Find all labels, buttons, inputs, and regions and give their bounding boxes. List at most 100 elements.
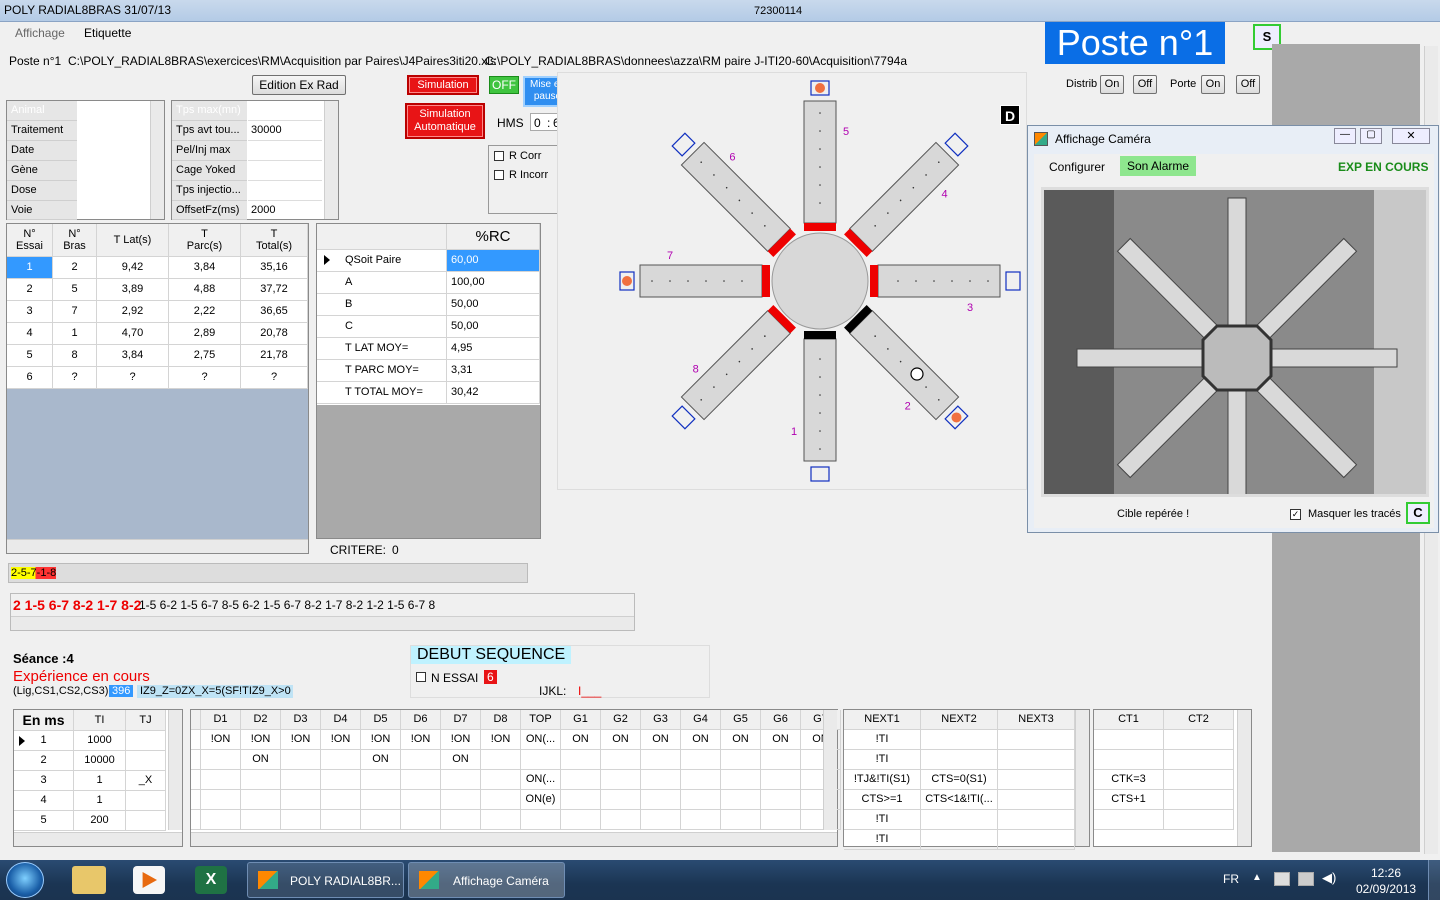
d-hscroll[interactable]: [191, 832, 837, 846]
ct-cell[interactable]: [1164, 750, 1234, 770]
ms-row-tj[interactable]: _X: [126, 771, 166, 791]
d-cell[interactable]: [241, 810, 281, 830]
d-cell[interactable]: [601, 750, 641, 770]
trial-cell[interactable]: ?: [169, 367, 241, 389]
d-cell[interactable]: [401, 790, 441, 810]
d-cell[interactable]: [201, 750, 241, 770]
param-tps-avt-value[interactable]: 30000: [248, 121, 322, 141]
d-cell[interactable]: [401, 750, 441, 770]
d-cell[interactable]: [201, 810, 241, 830]
ct-cell[interactable]: [1094, 750, 1164, 770]
ct-cell[interactable]: [1164, 810, 1234, 830]
simulation-button[interactable]: Simulation: [407, 75, 479, 95]
trial-cell[interactable]: 36,65: [241, 301, 308, 323]
d-cell[interactable]: ON: [641, 730, 681, 750]
close-icon[interactable]: ✕: [1392, 128, 1430, 144]
d-cell[interactable]: [721, 810, 761, 830]
trials-hscroll[interactable]: [7, 539, 308, 553]
d-cell[interactable]: [481, 750, 521, 770]
trial-cell[interactable]: ?: [97, 367, 169, 389]
task-camera[interactable]: Affichage Caméra: [408, 862, 565, 898]
field-date[interactable]: Date: [7, 141, 77, 161]
trial-cell[interactable]: 3: [7, 301, 53, 323]
d-cell[interactable]: !ON: [401, 730, 441, 750]
trial-cell[interactable]: 35,16: [241, 257, 308, 279]
ms-row-ti[interactable]: 1: [74, 791, 126, 811]
d-cell[interactable]: [281, 770, 321, 790]
d-cell[interactable]: [681, 750, 721, 770]
field-dose[interactable]: Dose: [7, 181, 77, 201]
trial-cell[interactable]: 37,72: [241, 279, 308, 301]
c-button[interactable]: C: [1406, 502, 1430, 524]
distrib-off-button[interactable]: Off: [1133, 75, 1157, 94]
sequence-hscroll[interactable]: [11, 616, 634, 630]
d-cell[interactable]: [281, 750, 321, 770]
rc-row-value[interactable]: 50,00: [447, 316, 540, 338]
trial-cell[interactable]: 7: [53, 301, 97, 323]
d-cell[interactable]: [201, 770, 241, 790]
trial-cell[interactable]: 9,42: [97, 257, 169, 279]
d-cell[interactable]: !ON: [281, 730, 321, 750]
alarme-button[interactable]: Son Alarme: [1120, 156, 1197, 176]
d-cell[interactable]: [521, 810, 561, 830]
trial-cell[interactable]: 2: [7, 279, 53, 301]
ms-row-ti[interactable]: 1: [74, 771, 126, 791]
masquer-checkbox[interactable]: ✓: [1290, 509, 1301, 520]
next-cell[interactable]: [998, 730, 1075, 750]
d-cell[interactable]: [721, 790, 761, 810]
param-tps-inj-value[interactable]: [248, 181, 322, 201]
d-cell[interactable]: [281, 790, 321, 810]
param-cage-value[interactable]: [248, 161, 322, 181]
d-cell[interactable]: ON: [561, 730, 601, 750]
tray-arrow-icon[interactable]: ▲: [1252, 872, 1262, 883]
trial-cell[interactable]: 3,84: [169, 257, 241, 279]
d-cell[interactable]: [321, 790, 361, 810]
next-cell[interactable]: [998, 770, 1075, 790]
ct-cell[interactable]: [1164, 770, 1234, 790]
next-cell[interactable]: [921, 830, 998, 850]
d-cell[interactable]: [681, 790, 721, 810]
trial-cell[interactable]: 4: [7, 323, 53, 345]
menu-etiquette[interactable]: Etiquette: [84, 26, 131, 40]
d-cell[interactable]: [641, 750, 681, 770]
d-cell[interactable]: [521, 750, 561, 770]
rc-row-value[interactable]: 30,42: [447, 382, 540, 404]
trial-cell[interactable]: 3,89: [97, 279, 169, 301]
d-cell[interactable]: [441, 770, 481, 790]
next-cell[interactable]: [998, 830, 1075, 850]
rincorr-checkbox[interactable]: [494, 170, 504, 180]
d-cell[interactable]: !ON: [201, 730, 241, 750]
trial-cell[interactable]: 8: [53, 345, 97, 367]
d-cell[interactable]: ON: [241, 750, 281, 770]
d-cell[interactable]: [401, 810, 441, 830]
clock-time[interactable]: 12:26: [1371, 866, 1401, 880]
d-cell[interactable]: [761, 750, 801, 770]
d-cell[interactable]: [761, 770, 801, 790]
trial-cell[interactable]: 2,75: [169, 345, 241, 367]
ms-row-tj[interactable]: [126, 731, 166, 751]
d-cell[interactable]: !ON: [481, 730, 521, 750]
trial-cell[interactable]: 1: [7, 257, 53, 279]
configurer-menu[interactable]: Configurer: [1049, 160, 1105, 174]
trial-cell[interactable]: 6: [7, 367, 53, 389]
trial-cell[interactable]: 5: [53, 279, 97, 301]
ms-row-ti[interactable]: 200: [74, 811, 126, 831]
next-cell[interactable]: !TI: [844, 730, 921, 750]
d-cell[interactable]: [561, 790, 601, 810]
edition-ex-rad-button[interactable]: Edition Ex Rad: [252, 75, 346, 95]
trial-cell[interactable]: 4,70: [97, 323, 169, 345]
d-cell[interactable]: ON: [721, 730, 761, 750]
d-vscroll[interactable]: [823, 710, 837, 830]
distrib-on-button[interactable]: On: [1100, 75, 1124, 94]
d-cell[interactable]: [321, 770, 361, 790]
next-cell[interactable]: [921, 730, 998, 750]
d-cell[interactable]: [641, 770, 681, 790]
d-cell[interactable]: [761, 810, 801, 830]
d-cell[interactable]: [481, 770, 521, 790]
d-cell[interactable]: [601, 790, 641, 810]
excel-icon[interactable]: X: [195, 866, 227, 894]
next-cell[interactable]: [998, 790, 1075, 810]
rc-row-value[interactable]: 100,00: [447, 272, 540, 294]
d-cell[interactable]: ON: [361, 750, 401, 770]
d-cell[interactable]: [481, 790, 521, 810]
